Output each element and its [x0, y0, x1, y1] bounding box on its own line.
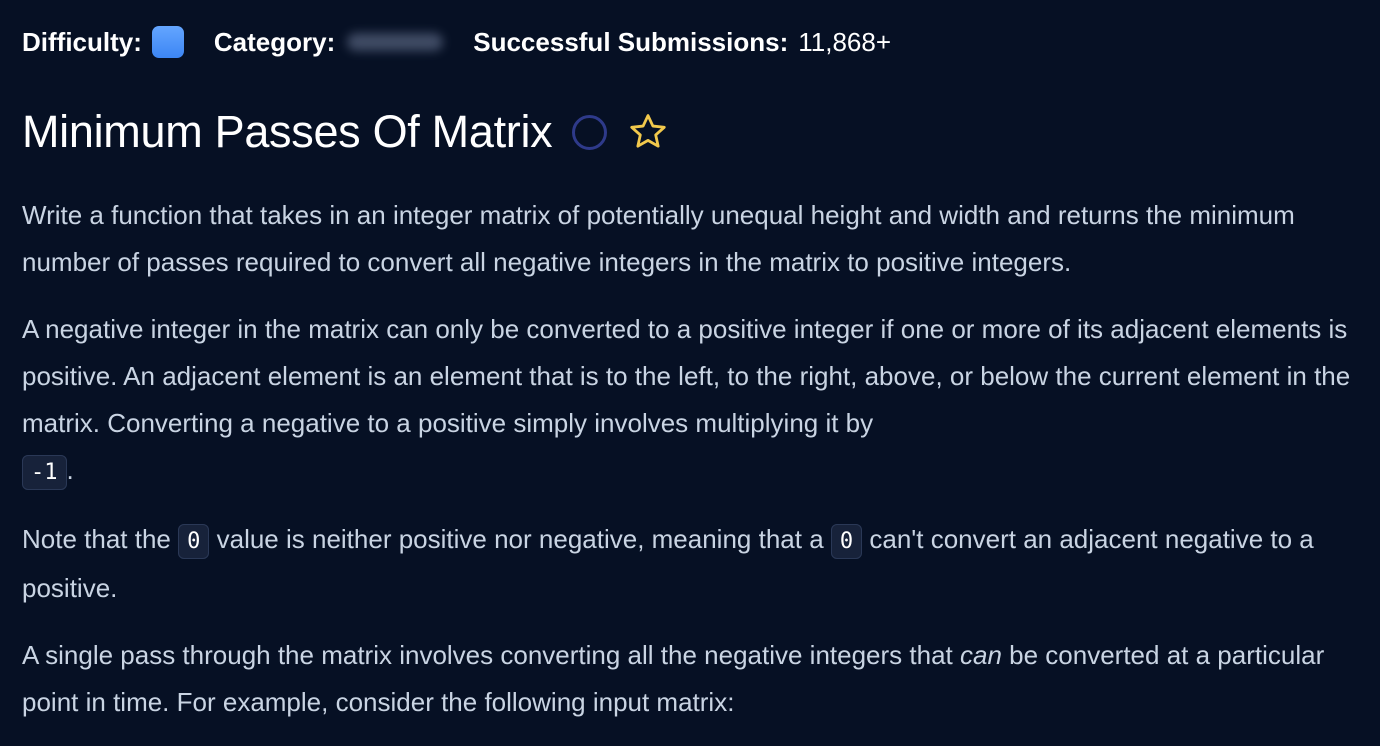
difficulty-label: Difficulty:	[22, 26, 142, 57]
paragraph-4-start: A single pass through the matrix involve…	[22, 640, 953, 670]
difficulty-indicator	[151, 26, 184, 58]
submissions-count: 11,868+	[798, 26, 892, 57]
paragraph-4-emphasis: can	[960, 640, 1002, 670]
title-row: Minimum Passes Of Matrix	[22, 104, 669, 160]
problem-meta-bar: Difficulty: Category: Successful Submiss…	[22, 22, 891, 62]
code-negative-one: -1	[22, 455, 67, 490]
code-zero-1: 0	[178, 524, 210, 559]
category-value-redacted	[347, 33, 444, 51]
circle-outline-icon[interactable]	[572, 114, 608, 150]
page-title: Minimum Passes Of Matrix	[22, 106, 553, 157]
description-paragraph-1: Write a function that takes in an intege…	[22, 200, 1295, 277]
paragraph-2-text: A negative integer in the matrix can onl…	[22, 314, 1351, 438]
description-paragraph-4: A single pass through the matrix involve…	[22, 632, 1378, 726]
description-paragraph-3: Note that the 0 value is neither positiv…	[22, 516, 1378, 612]
paragraph-2-end: .	[66, 455, 74, 485]
star-outline-icon[interactable]	[627, 111, 669, 153]
paragraph-3-middle: value is neither positive nor negative, …	[216, 524, 824, 554]
paragraph-3-start: Note that the	[22, 524, 171, 554]
description-paragraph-2: A negative integer in the matrix can onl…	[22, 306, 1378, 496]
submissions-label: Successful Submissions:	[473, 26, 789, 57]
category-label: Category:	[213, 26, 336, 57]
code-zero-2: 0	[830, 524, 863, 559]
problem-description: Write a function that takes in an intege…	[22, 192, 1378, 746]
